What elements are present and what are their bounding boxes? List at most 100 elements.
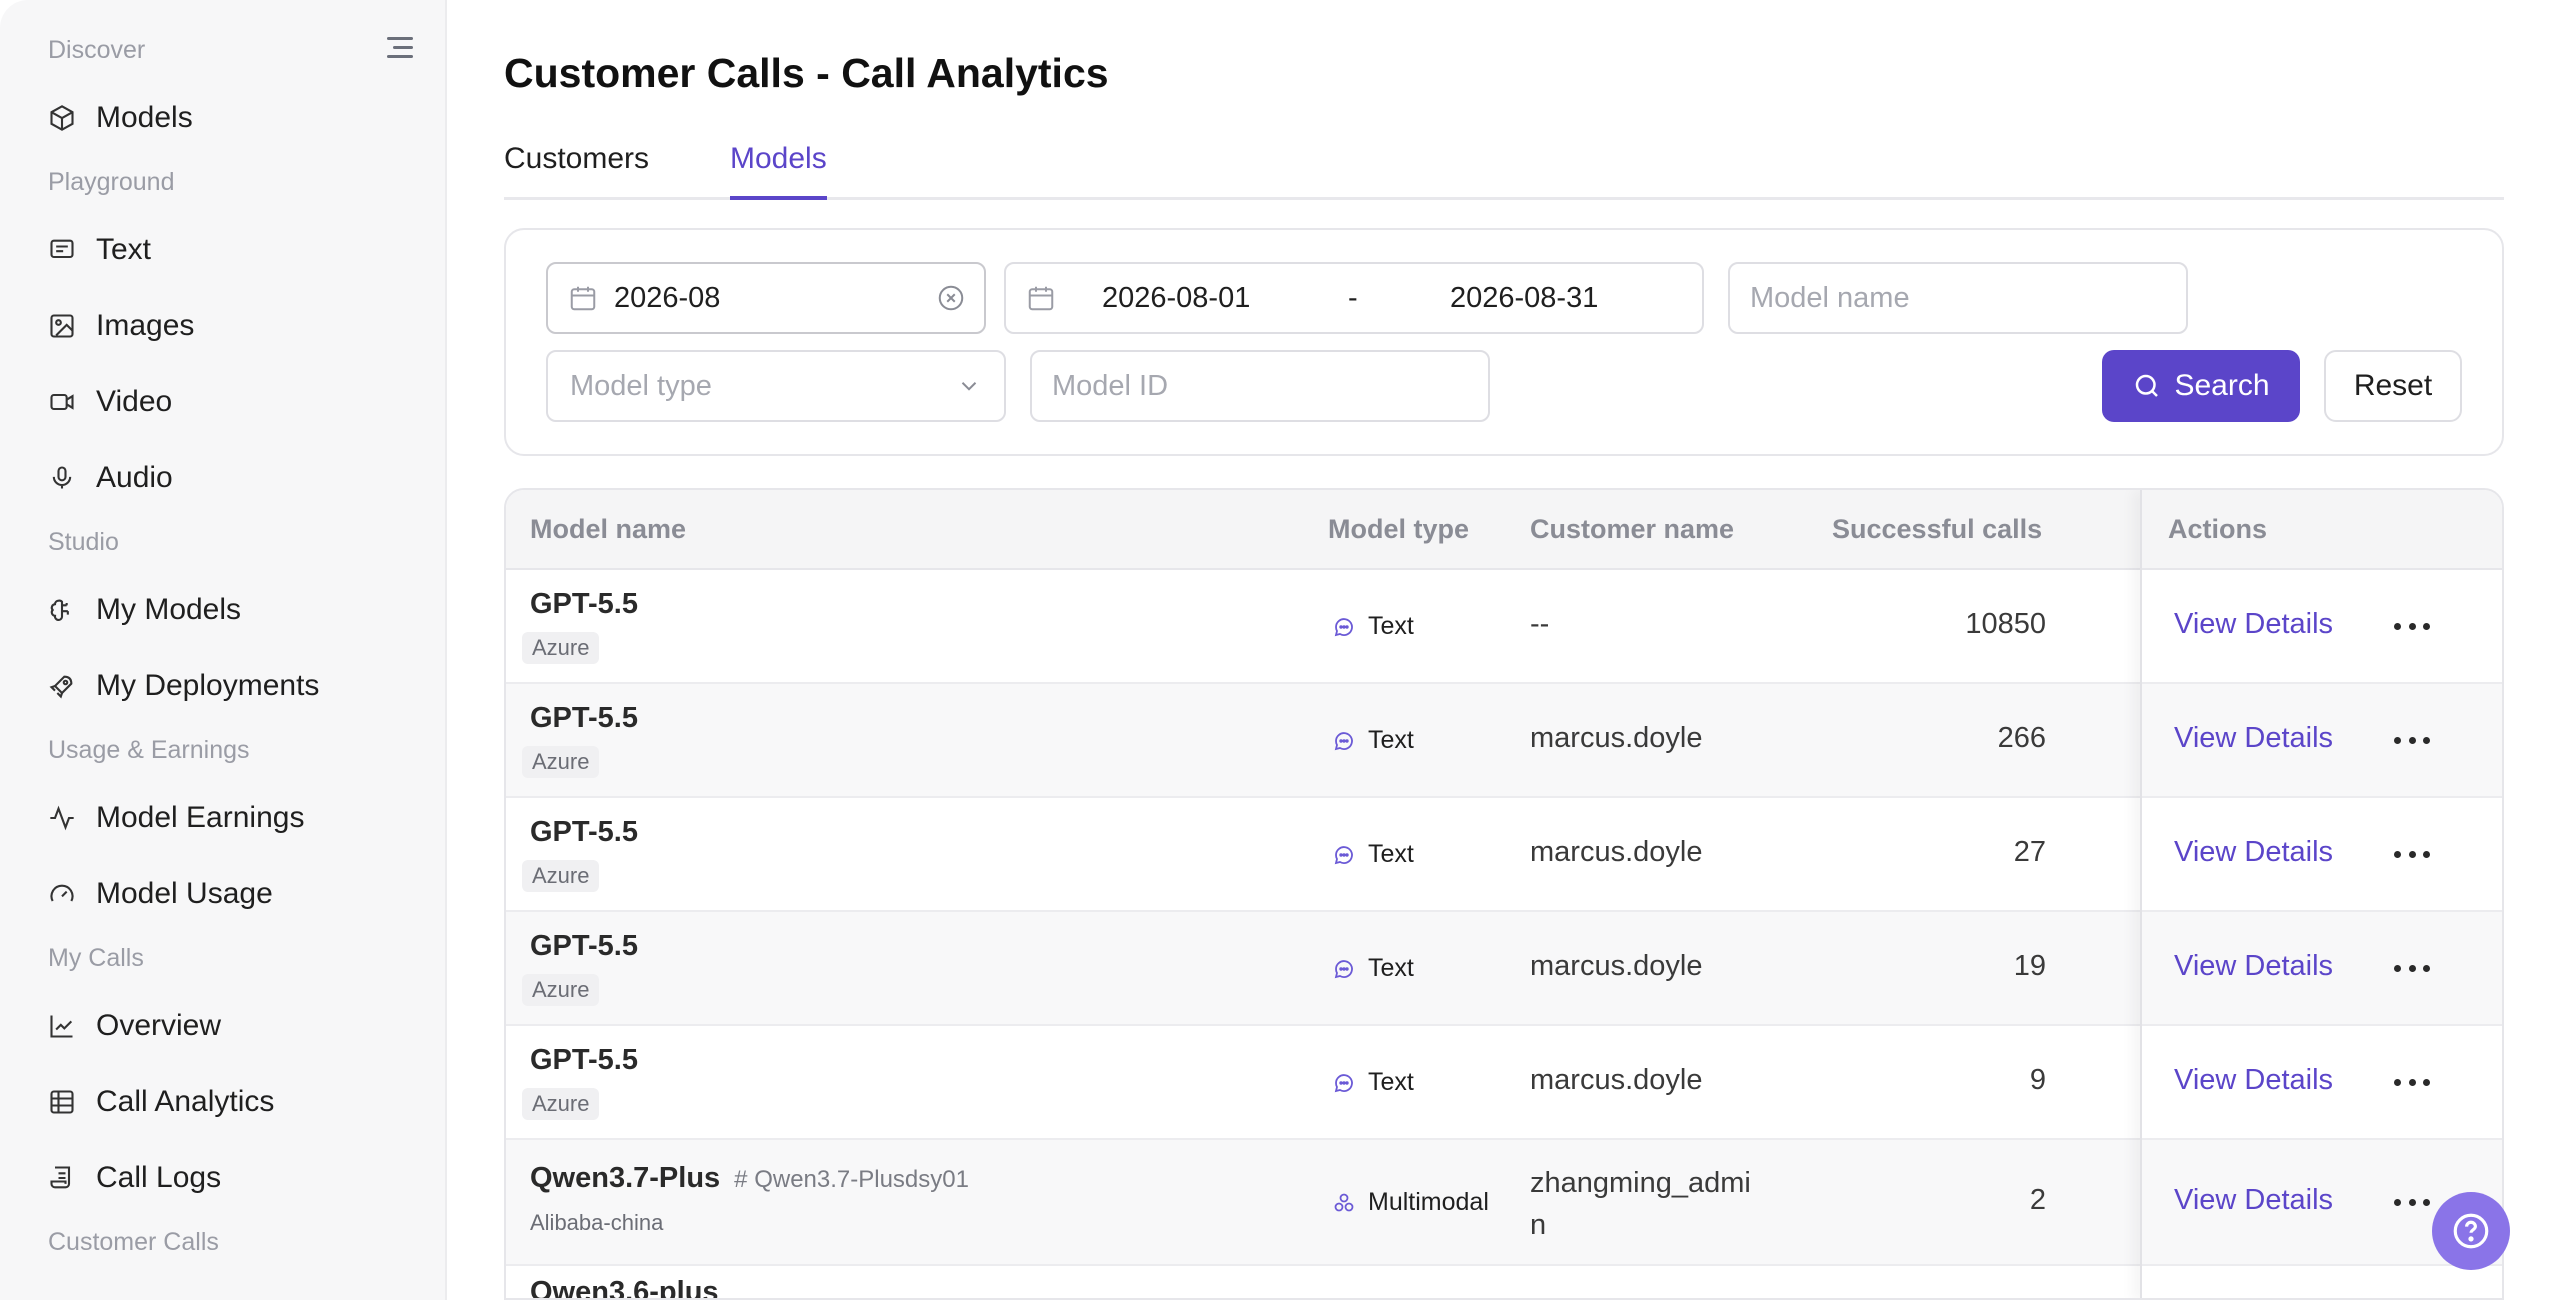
- model-name: GPT-5.5: [530, 816, 638, 848]
- brain-icon: [50, 599, 69, 621]
- customer-name: marcus.doyle: [1530, 836, 1703, 868]
- table-row: GPT-5.5 Azure Text -- 10850 View Details: [506, 570, 2502, 684]
- model-name: Qwen3.6-plus: [530, 1276, 719, 1300]
- sidebar-item-my-deployments[interactable]: My Deployments: [30, 656, 420, 716]
- sidebar-item-images[interactable]: Images: [30, 296, 420, 356]
- data-table: Model name Model type Customer name Succ…: [504, 488, 2504, 1300]
- view-details-link[interactable]: View Details: [2174, 608, 2333, 641]
- view-details-link[interactable]: View Details: [2174, 836, 2333, 869]
- successful-calls: 266: [1997, 722, 2046, 754]
- chat-bubble-icon: [1334, 617, 1353, 636]
- model-name-input[interactable]: Model name: [1728, 262, 2188, 334]
- more-options-icon[interactable]: [2394, 730, 2430, 750]
- model-id-input[interactable]: Model ID: [1030, 350, 1490, 422]
- box-icon: [50, 105, 74, 131]
- model-type-label: Text: [1368, 726, 1414, 754]
- sidebar-item-call-logs[interactable]: Call Logs: [30, 1148, 420, 1208]
- video-icon: [50, 393, 74, 411]
- sidebar-item-label: Video: [96, 385, 173, 418]
- model-type-cell: Text: [1332, 612, 1414, 641]
- sidebar-item-models[interactable]: Models: [30, 88, 420, 148]
- model-name: GPT-5.5: [530, 1044, 638, 1076]
- date-range-picker[interactable]: 2026-08-01 - 2026-08-31: [1004, 262, 1704, 334]
- customer-name: marcus.doyle: [1530, 722, 1703, 754]
- sidebar-item-call-analytics[interactable]: Call Analytics: [30, 1072, 420, 1132]
- sidebar-item-model-usage[interactable]: Model Usage: [30, 864, 420, 924]
- customer-name: --: [1530, 608, 1550, 640]
- view-details-link[interactable]: View Details: [2174, 1184, 2333, 1217]
- section-label-my-calls: My Calls: [48, 944, 144, 972]
- provider-tag: Azure: [522, 632, 600, 664]
- model-name: GPT-5.5: [530, 930, 638, 962]
- table-row: GPT-5.5 Azure Text marcus.doyle 27 View …: [506, 798, 2502, 912]
- sidebar-item-label: Overview: [96, 1009, 222, 1042]
- tab-bar: Customers Models: [504, 140, 2504, 200]
- month-picker[interactable]: 2026-08: [546, 262, 986, 334]
- chat-bubble-icon: [1334, 1073, 1353, 1092]
- more-options-icon[interactable]: [2394, 1072, 2430, 1092]
- question-circle-icon: [2453, 1213, 2489, 1249]
- successful-calls: 10850: [1965, 608, 2046, 640]
- provider-tag: Azure: [522, 1088, 600, 1120]
- col-actions: Actions: [2168, 514, 2268, 544]
- col-successful-calls: Successful calls: [1832, 514, 2043, 544]
- clear-icon[interactable]: [936, 283, 966, 313]
- sidebar-item-audio[interactable]: Audio: [30, 448, 420, 508]
- provider-tag: Azure: [522, 974, 600, 1006]
- sidebar-item-model-earnings[interactable]: Model Earnings: [30, 788, 420, 848]
- chat-bubble-icon: [1334, 731, 1353, 750]
- sidebar-item-text[interactable]: Text: [30, 220, 420, 280]
- view-details-link[interactable]: View Details: [2174, 722, 2333, 755]
- sidebar-collapse-icon[interactable]: [380, 30, 420, 64]
- more-options-icon[interactable]: [2394, 1192, 2430, 1212]
- tab-models[interactable]: Models: [730, 142, 827, 200]
- sidebar: Discover Models Playground Text Images V…: [0, 0, 447, 1300]
- model-type-label: Multimodal: [1368, 1188, 1489, 1216]
- sidebar-item-overview[interactable]: Overview: [30, 996, 420, 1056]
- search-button[interactable]: Search: [2102, 350, 2300, 422]
- sidebar-item-label: Models: [96, 101, 193, 134]
- section-label-usage-earnings: Usage & Earnings: [48, 736, 250, 764]
- section-label-playground: Playground: [48, 168, 175, 196]
- model-name-placeholder: Model name: [1750, 281, 1910, 314]
- calendar-icon: [570, 286, 596, 311]
- more-options-icon[interactable]: [2394, 844, 2430, 864]
- model-type-placeholder: Model type: [570, 369, 712, 402]
- col-model-type: Model type: [1328, 514, 1470, 544]
- provider-tag: Azure: [522, 860, 600, 892]
- table-row: Qwen3.7-Plus # Qwen3.7-Plusdsy01 Alibaba-…: [506, 1140, 2502, 1266]
- tab-customers[interactable]: Customers: [504, 142, 649, 200]
- range-end: 2026-08-31: [1450, 281, 1599, 314]
- model-type-label: Text: [1368, 612, 1414, 640]
- chat-bubble-icon: [1334, 845, 1353, 864]
- calendar-icon: [1028, 286, 1054, 311]
- message-square-icon: [50, 239, 74, 259]
- view-details-link[interactable]: View Details: [2174, 950, 2333, 983]
- model-name: Qwen3.7-Plus: [530, 1162, 721, 1194]
- more-options-icon[interactable]: [2394, 958, 2430, 978]
- search-icon: [2136, 374, 2159, 397]
- sidebar-item-label: Call Analytics: [96, 1085, 275, 1118]
- more-options-icon[interactable]: [2394, 616, 2430, 636]
- model-name-cell: Qwen3.7-Plus # Qwen3.7-Plusdsy01: [530, 1162, 969, 1195]
- customer-name-line-2: n: [1530, 1209, 1547, 1241]
- sidebar-item-video[interactable]: Video: [30, 372, 420, 432]
- table-row: GPT-5.5 Azure Text marcus.doyle 19 View …: [506, 912, 2502, 1026]
- search-label: Search: [2174, 369, 2270, 402]
- chevron-down-icon: [961, 382, 977, 391]
- provider-tag: Azure: [522, 746, 600, 778]
- multimodal-icon: [1334, 1193, 1354, 1211]
- customer-name-line-1: zhangming_admi: [1530, 1167, 1751, 1199]
- table-row: GPT-5.5 Azure Text marcus.doyle 266 View…: [506, 684, 2502, 798]
- model-type-select[interactable]: Model type: [546, 350, 1006, 422]
- month-value: 2026-08: [614, 281, 721, 314]
- help-button[interactable]: [2432, 1192, 2510, 1270]
- section-label-customer-calls: Customer Calls: [48, 1228, 219, 1256]
- sidebar-item-my-models[interactable]: My Models: [30, 580, 420, 640]
- model-type-cell: Multimodal: [1332, 1188, 1489, 1217]
- section-label-discover: Discover: [48, 36, 146, 64]
- view-details-link[interactable]: View Details: [2174, 1064, 2333, 1097]
- reset-button[interactable]: Reset: [2324, 350, 2462, 422]
- range-start: 2026-08-01: [1102, 281, 1251, 314]
- sidebar-item-label: My Deployments: [96, 669, 320, 702]
